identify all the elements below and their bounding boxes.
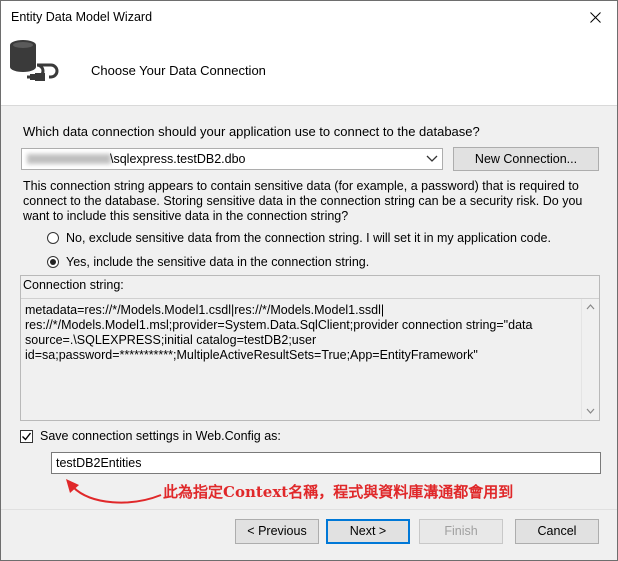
- radio-button-exclude[interactable]: [47, 232, 59, 244]
- save-settings-label: Save connection settings in Web.Config a…: [40, 429, 281, 443]
- annotation-note: 此為指定Context名稱，程式與資料庫溝通都會用到: [163, 483, 514, 501]
- footer-divider: [1, 509, 617, 510]
- save-settings-checkbox[interactable]: [20, 429, 33, 443]
- vertical-scrollbar[interactable]: [581, 299, 599, 419]
- wizard-window: Entity Data Model Wizard Choose Your Dat…: [0, 0, 618, 561]
- annotation-arrow-icon: [66, 479, 162, 504]
- connection-string-textbox[interactable]: metadata=res://*/Models.Model1.csdl|res:…: [21, 298, 599, 420]
- wizard-header: Choose Your Data Connection: [1, 33, 617, 106]
- connection-select-value: \sqlexpress.testDB2.dbo: [110, 152, 246, 166]
- entity-container-name-input[interactable]: testDB2Entities: [51, 452, 601, 474]
- blurred-server-name: [27, 154, 111, 164]
- connection-string-text: metadata=res://*/Models.Model1.csdl|res:…: [25, 303, 533, 362]
- connection-question: Which data connection should your applic…: [23, 124, 480, 139]
- save-settings-row[interactable]: Save connection settings in Web.Config a…: [20, 428, 281, 444]
- page-title: Choose Your Data Connection: [91, 63, 266, 78]
- new-connection-button[interactable]: New Connection...: [453, 147, 599, 171]
- close-icon: [589, 11, 601, 23]
- connection-select[interactable]: \sqlexpress.testDB2.dbo: [21, 148, 443, 170]
- sensitive-data-warning: This connection string appears to contai…: [23, 179, 583, 223]
- finish-button[interactable]: Finish: [419, 519, 503, 544]
- connection-string-label: Connection string:: [23, 278, 124, 292]
- cancel-button[interactable]: Cancel: [515, 519, 599, 544]
- chevron-down-icon: [426, 155, 438, 162]
- database-connection-icon: [10, 40, 59, 81]
- radio-exclude-sensitive[interactable]: No, exclude sensitive data from the conn…: [47, 230, 551, 246]
- radio-button-include[interactable]: [47, 256, 59, 268]
- radio-include-label: Yes, include the sensitive data in the c…: [66, 255, 370, 269]
- scroll-up-icon[interactable]: [586, 304, 595, 310]
- title-bar: Entity Data Model Wizard: [1, 1, 617, 33]
- window-title: Entity Data Model Wizard: [11, 10, 153, 24]
- radio-include-sensitive[interactable]: Yes, include the sensitive data in the c…: [47, 254, 369, 270]
- scroll-down-icon[interactable]: [586, 408, 595, 414]
- radio-exclude-label: No, exclude sensitive data from the conn…: [66, 231, 551, 245]
- close-button[interactable]: [573, 1, 617, 33]
- previous-button[interactable]: < Previous: [235, 519, 319, 544]
- next-button[interactable]: Next >: [326, 519, 410, 544]
- checkmark-icon: [22, 432, 32, 441]
